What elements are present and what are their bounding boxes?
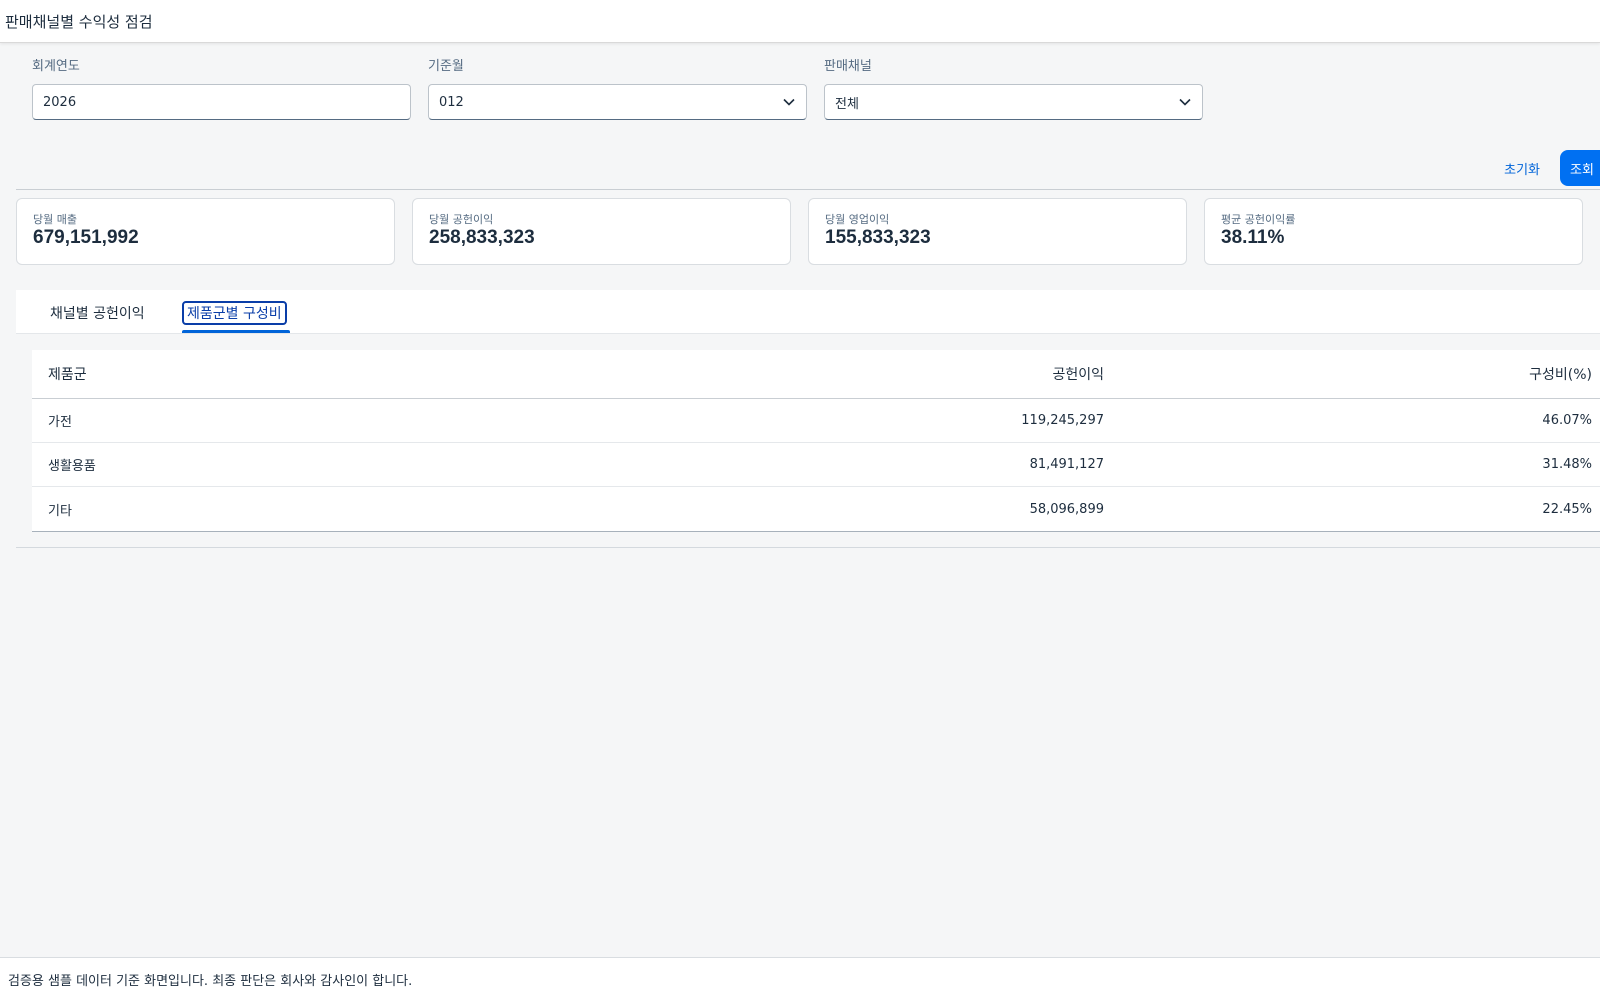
sales-channel-label: 판매채널 <box>824 59 872 74</box>
app-header: 판매채널별 수익성 점검 <box>0 0 1600 43</box>
chevron-down-icon[interactable] <box>1178 95 1192 109</box>
kpi-value: 679,151,992 <box>33 227 139 248</box>
base-month-label: 기준월 <box>428 59 464 74</box>
fiscal-year-input[interactable] <box>43 94 400 110</box>
base-month-select[interactable]: 012 <box>428 84 807 120</box>
column-header-contribution[interactable]: 공헌이익 <box>552 364 1104 384</box>
fiscal-year-filter: 회계연도 <box>32 58 411 120</box>
footer-notice: 검증용 샘플 데이터 기준 화면입니다. 최종 판단은 회사와 감사인이 합니다… <box>0 957 1600 1000</box>
base-month-filter: 기준월 012 <box>428 58 807 120</box>
sales-channel-select[interactable]: 전체 <box>824 84 1203 120</box>
cell-contribution: 58,096,899 <box>1029 501 1104 517</box>
filter-bar: 회계연도 기준월 012 판매채널 전체 <box>32 58 1203 120</box>
tab-panel: 제품군 공헌이익 구성비(%) 가전 119,245,297 46.07% 생활… <box>16 335 1600 548</box>
cell-product-group: 기타 <box>48 503 72 519</box>
kpi-cards: 당월 매출 679,151,992 당월 공헌이익 258,833,323 당월… <box>16 198 1583 265</box>
tab-channel-contribution[interactable]: 채널별 공헌이익 <box>47 301 148 325</box>
kpi-label: 평균 공헌이익률 <box>1221 213 1296 226</box>
table-row[interactable]: 가전 119,245,297 46.07% <box>32 399 1600 443</box>
fiscal-year-label: 회계연도 <box>32 59 80 74</box>
column-header-ratio[interactable]: 구성비(%) <box>1104 364 1600 384</box>
cell-ratio: 46.07% <box>1542 413 1592 428</box>
kpi-card-avg-margin-rate: 평균 공헌이익률 38.11% <box>1204 198 1583 265</box>
search-button[interactable]: 조회 <box>1560 150 1600 186</box>
kpi-label: 당월 공헌이익 <box>429 213 494 226</box>
cell-ratio: 31.48% <box>1542 457 1592 472</box>
kpi-card-monthly-sales: 당월 매출 679,151,992 <box>16 198 395 265</box>
cell-contribution: 119,245,297 <box>1021 413 1104 428</box>
column-header-product-group[interactable]: 제품군 <box>32 364 552 384</box>
cell-product-group: 생활용품 <box>48 459 96 474</box>
kpi-value: 38.11% <box>1221 227 1285 248</box>
tab-bar: 채널별 공헌이익 제품군별 구성비 <box>16 290 1600 334</box>
kpi-value: 258,833,323 <box>429 227 535 248</box>
kpi-value: 155,833,323 <box>825 227 931 248</box>
kpi-label: 당월 영업이익 <box>825 213 890 226</box>
product-group-table: 제품군 공헌이익 구성비(%) 가전 119,245,297 46.07% 생활… <box>32 350 1600 532</box>
tab-selected-indicator <box>182 330 290 333</box>
reset-button[interactable]: 초기화 <box>1500 159 1544 178</box>
table-row[interactable]: 생활용품 81,491,127 31.48% <box>32 443 1600 487</box>
divider <box>16 189 1600 190</box>
table-row[interactable]: 기타 58,096,899 22.45% <box>32 487 1600 531</box>
kpi-label: 당월 매출 <box>33 213 77 226</box>
cell-contribution: 81,491,127 <box>1029 457 1104 472</box>
kpi-card-contribution-margin: 당월 공헌이익 258,833,323 <box>412 198 791 265</box>
page-title: 판매채널별 수익성 점검 <box>5 12 153 31</box>
cell-ratio: 22.45% <box>1542 501 1592 517</box>
table-header-row: 제품군 공헌이익 구성비(%) <box>32 350 1600 399</box>
chevron-down-icon[interactable] <box>782 95 796 109</box>
kpi-card-operating-profit: 당월 영업이익 155,833,323 <box>808 198 1187 265</box>
footer-text: 검증용 샘플 데이터 기준 화면입니다. 최종 판단은 회사와 감사인이 합니다… <box>8 974 413 989</box>
sales-channel-value: 전체 <box>835 96 859 112</box>
fiscal-year-box[interactable] <box>32 84 411 120</box>
sales-channel-filter: 판매채널 전체 <box>824 58 1203 120</box>
cell-product-group: 가전 <box>48 415 72 430</box>
filter-toolbar: 초기화 조회 <box>1500 150 1600 186</box>
base-month-value: 012 <box>439 94 464 110</box>
tab-product-group-mix[interactable]: 제품군별 구성비 <box>182 301 287 325</box>
